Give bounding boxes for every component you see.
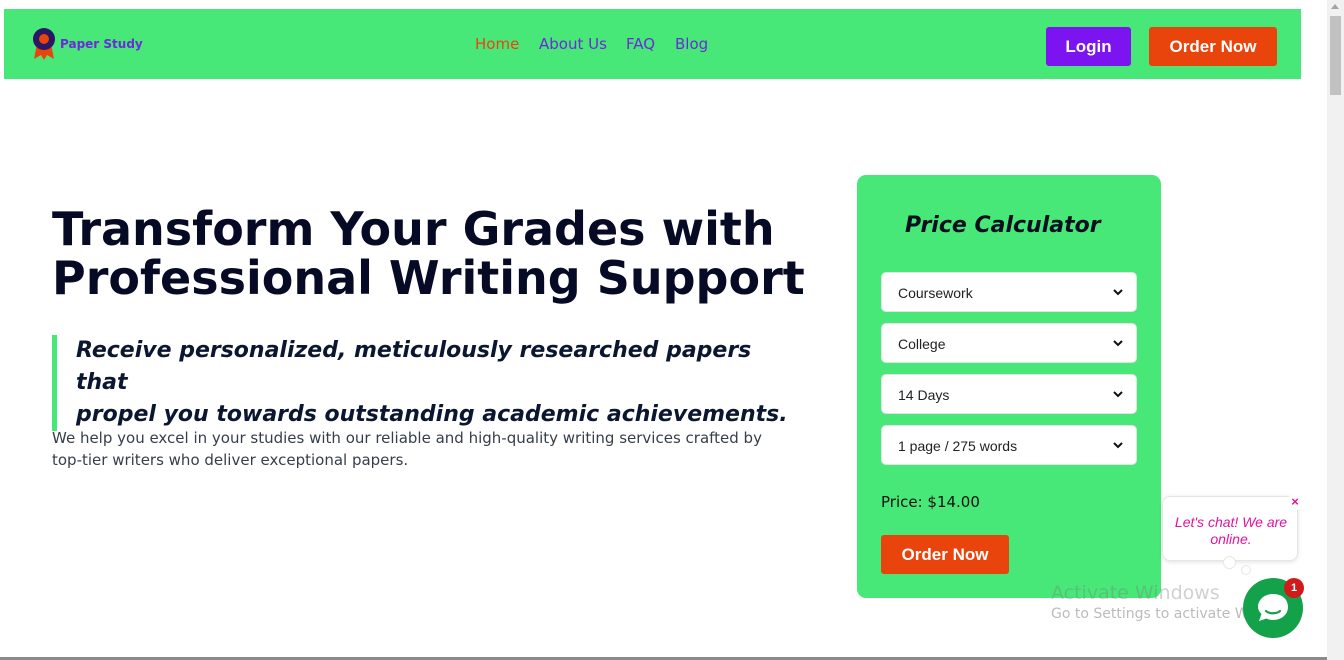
nav-blog-link[interactable]: Blog xyxy=(675,35,708,53)
chat-prompt-line-2: online. xyxy=(1210,531,1252,547)
chat-unread-badge: 1 xyxy=(1284,578,1304,598)
calculator-title: Price Calculator xyxy=(905,213,1101,238)
hero-description-line-2: top-tier writers who deliver exceptional… xyxy=(52,451,409,469)
order-now-button[interactable]: Order Now xyxy=(1149,27,1277,66)
chat-bubble-tail xyxy=(1223,556,1236,569)
hero-description-line-1: We help you excel in your studies with o… xyxy=(52,429,762,447)
page-scrollbar[interactable] xyxy=(1327,0,1344,660)
nav-about-link[interactable]: About Us xyxy=(539,35,607,53)
login-button[interactable]: Login xyxy=(1046,27,1131,66)
chevron-down-icon xyxy=(1113,340,1123,347)
hero-description: We help you excel in your studies with o… xyxy=(52,427,772,471)
pages-value: 1 page / 275 words xyxy=(898,438,1018,454)
price-display: Price: $14.00 xyxy=(881,493,980,511)
chat-prompt-line-1: Let's chat! We are xyxy=(1174,514,1288,530)
activation-watermark-title: Activate Windows xyxy=(1051,582,1220,604)
chevron-down-icon xyxy=(1113,442,1123,449)
paper-type-select[interactable]: Coursework xyxy=(881,272,1137,312)
brand-name: Paper Study xyxy=(60,37,143,51)
academic-level-value: College xyxy=(898,336,946,352)
chat-prompt-bubble[interactable]: Let's chat! We are online. xyxy=(1162,496,1298,561)
hero-quote: Receive personalized, meticulously resea… xyxy=(52,335,792,431)
brand-logo[interactable]: Paper Study xyxy=(32,28,172,62)
pages-select[interactable]: 1 page / 275 words xyxy=(881,425,1137,465)
scroll-up-arrow-icon[interactable] xyxy=(1331,4,1339,9)
calculator-order-button[interactable]: Order Now xyxy=(881,535,1009,574)
chat-bubble-tail-small xyxy=(1241,565,1251,575)
deadline-select[interactable]: 14 Days xyxy=(881,374,1137,414)
nav-faq-link[interactable]: FAQ xyxy=(626,35,655,53)
scrollbar-thumb[interactable] xyxy=(1330,16,1341,95)
academic-level-select[interactable]: College xyxy=(881,323,1137,363)
deadline-value: 14 Days xyxy=(898,387,950,403)
nav-home-link[interactable]: Home xyxy=(475,35,519,53)
chevron-down-icon xyxy=(1113,391,1123,398)
paper-type-value: Coursework xyxy=(898,285,973,301)
chevron-down-icon xyxy=(1113,289,1123,296)
hero-quote-text: Receive personalized, meticulously resea… xyxy=(76,335,792,431)
hero-title: Transform Your Grades with Professional … xyxy=(52,205,812,303)
chat-prompt-text: Let's chat! We are online. xyxy=(1167,514,1295,548)
award-ribbon-icon xyxy=(33,28,55,60)
hero-quote-line-2: propel you towards outstanding academic … xyxy=(76,402,788,427)
price-calculator: Price Calculator Coursework College 14 D… xyxy=(857,175,1161,598)
hero-quote-line-1: Receive personalized, meticulously resea… xyxy=(76,338,752,395)
chat-close-icon[interactable]: × xyxy=(1287,494,1303,510)
hero-title-line-1: Transform Your Grades with xyxy=(52,202,775,256)
hero-title-line-2: Professional Writing Support xyxy=(52,251,805,305)
navbar: Paper Study Home About Us FAQ Blog Login… xyxy=(4,9,1301,79)
